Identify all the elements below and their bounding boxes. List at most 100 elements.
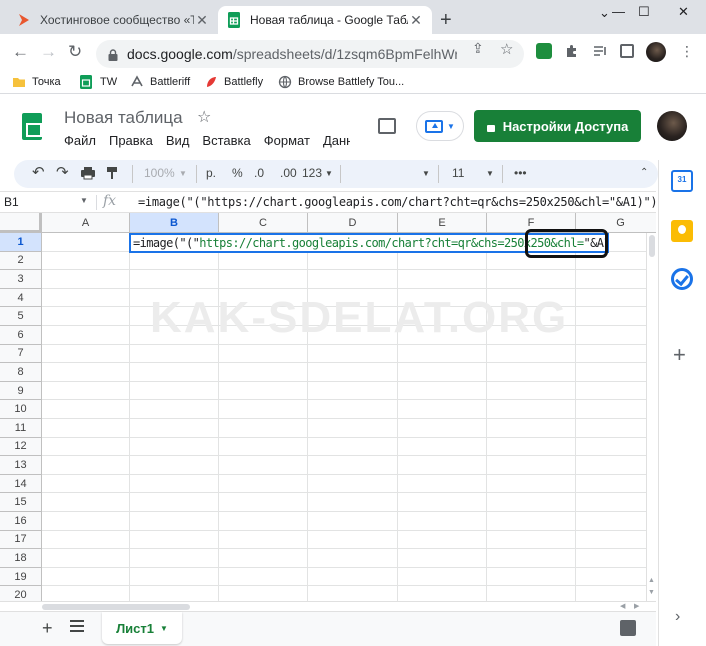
document-title[interactable]: Новая таблица [64, 108, 183, 128]
print-icon[interactable] [80, 166, 96, 183]
maximize-button[interactable]: ☐ [638, 4, 650, 20]
reload-button[interactable]: ↻ [68, 43, 82, 61]
formula-input[interactable]: =image("("https://chart.googleapis.com/c… [138, 195, 658, 209]
scroll-up-arrow-icon[interactable]: ▲ [648, 577, 655, 584]
bookmark-tw[interactable]: TW [80, 75, 117, 89]
vertical-scrollbar[interactable]: ▲ ▼ [646, 233, 656, 601]
row-header-3[interactable]: 3 [0, 270, 42, 289]
paint-format-icon[interactable] [106, 166, 118, 183]
menu-view[interactable]: Вид [166, 133, 190, 148]
zoom-select[interactable]: 100% [144, 166, 175, 180]
close-window-button[interactable]: ✕ [678, 4, 689, 20]
bookmark-tochka[interactable]: Точка [12, 75, 61, 89]
bookmark-battlefly[interactable]: Battlefly [204, 75, 263, 89]
more-toolbar-button[interactable]: ••• [514, 166, 527, 180]
scroll-down-arrow-icon[interactable]: ▼ [648, 589, 655, 596]
browser-tab-active[interactable]: Новая таблица - Google Таблицы ✕ [218, 6, 432, 34]
column-header-c[interactable]: C [219, 213, 308, 233]
menu-format[interactable]: Формат [264, 133, 310, 148]
decrease-decimal-button[interactable]: .0 [254, 166, 264, 180]
explore-icon[interactable] [620, 620, 636, 636]
redo-icon[interactable]: ↷ [56, 163, 69, 181]
vertical-scroll-thumb[interactable] [649, 235, 655, 257]
percent-format-button[interactable]: % [232, 166, 243, 180]
menu-edit[interactable]: Правка [109, 133, 153, 148]
keep-icon[interactable] [671, 220, 693, 242]
column-header-e[interactable]: E [398, 213, 487, 233]
more-formats-button[interactable]: 123 [302, 166, 322, 180]
row-header-9[interactable]: 9 [0, 381, 42, 401]
new-tab-button[interactable]: + [440, 10, 452, 30]
font-size-select[interactable]: 11 [452, 166, 464, 180]
column-header-d[interactable]: D [308, 213, 398, 233]
bookmark-battleriff[interactable]: Battleriff [130, 75, 190, 89]
comment-history-icon[interactable] [378, 118, 396, 134]
all-sheets-icon[interactable] [70, 620, 84, 632]
tab-close-icon[interactable]: ✕ [194, 12, 210, 29]
row-header-19[interactable]: 19 [0, 567, 42, 587]
select-all-corner[interactable] [0, 213, 42, 233]
extensions-puzzle-icon[interactable] [564, 43, 580, 59]
horizontal-scrollbar[interactable]: ◀ ▶ [0, 601, 656, 611]
url-text[interactable]: docs.google.com/spreadsheets/d/1zsqm6Bpm… [127, 46, 457, 62]
tasks-icon[interactable] [671, 268, 693, 290]
music-extension-icon[interactable] [536, 43, 552, 59]
back-button[interactable]: ← [12, 43, 29, 61]
row-header-15[interactable]: 15 [0, 493, 42, 512]
forward-button[interactable]: → [40, 43, 57, 61]
browser-profile-avatar[interactable] [646, 42, 666, 62]
row-header-4[interactable]: 4 [0, 288, 42, 308]
row-header-11[interactable]: 11 [0, 419, 42, 438]
menu-data[interactable]: Данные [323, 133, 350, 148]
currency-format-button[interactable]: р. [206, 166, 216, 180]
increase-decimal-button[interactable]: .00 [280, 166, 297, 180]
column-header-b[interactable]: B [130, 213, 219, 233]
row-header-17[interactable]: 17 [0, 530, 42, 550]
calendar-icon[interactable]: 31 [671, 170, 693, 192]
get-addons-icon[interactable]: + [673, 344, 695, 366]
horizontal-scroll-thumb[interactable] [42, 604, 190, 610]
share-button[interactable]: Настройки Доступа [474, 110, 641, 142]
row-header-12[interactable]: 12 [0, 437, 42, 457]
row-header-16[interactable]: 16 [0, 512, 42, 531]
bookmark-battlefy[interactable]: Browse Battlefy Tou... [278, 75, 404, 89]
menu-insert[interactable]: Вставка [202, 133, 250, 148]
row-header-10[interactable]: 10 [0, 400, 42, 419]
star-icon[interactable]: ☆ [197, 107, 211, 127]
minimize-button[interactable]: — [612, 4, 625, 19]
row-header-13[interactable]: 13 [0, 456, 42, 475]
row-header-7[interactable]: 7 [0, 344, 42, 364]
tab-close-icon[interactable]: ✕ [408, 12, 424, 29]
share-page-icon[interactable]: ⇪ [472, 40, 484, 57]
browser-menu-icon[interactable]: ⋮ [680, 43, 694, 60]
add-sheet-button[interactable]: + [42, 618, 53, 639]
show-side-panel-icon[interactable]: › [675, 608, 697, 630]
row-header-20[interactable]: 20 [0, 586, 42, 601]
chevron-down-icon[interactable]: ▼ [80, 196, 88, 205]
account-avatar[interactable] [657, 111, 687, 141]
row-header-5[interactable]: 5 [0, 307, 42, 326]
row-header-6[interactable]: 6 [0, 326, 42, 345]
row-header-14[interactable]: 14 [0, 474, 42, 494]
scroll-left-arrow-icon[interactable]: ◀ [620, 602, 625, 610]
row-header-8[interactable]: 8 [0, 363, 42, 382]
side-panel-icon[interactable] [620, 44, 634, 58]
scroll-right-arrow-icon[interactable]: ▶ [634, 602, 639, 610]
menu-file[interactable]: Файл [64, 133, 96, 148]
column-header-a[interactable]: A [42, 213, 130, 233]
bookmark-star-icon[interactable]: ☆ [500, 40, 513, 58]
font-family-chevron-icon[interactable]: ▼ [422, 169, 430, 178]
row-header-2[interactable]: 2 [0, 251, 42, 271]
reading-list-icon[interactable] [592, 43, 608, 59]
browser-tab-inactive[interactable]: Хостинговое сообщество «Time ✕ [8, 6, 218, 34]
omnibox[interactable]: docs.google.com/spreadsheets/d/1zsqm6Bpm… [96, 40, 524, 68]
row-header-1[interactable]: 1 [0, 233, 42, 252]
sheets-logo-icon[interactable] [22, 113, 42, 140]
present-button[interactable]: ▼ [416, 111, 464, 141]
name-box[interactable]: B1 [4, 195, 19, 209]
sheet-tab-active[interactable]: Лист1 ▼ [102, 612, 182, 644]
undo-icon[interactable]: ↶ [32, 163, 45, 181]
row-header-18[interactable]: 18 [0, 549, 42, 568]
collapse-toolbar-icon[interactable]: ⌃ [640, 167, 648, 178]
window-chevron-icon[interactable]: ⌄ [599, 5, 610, 21]
